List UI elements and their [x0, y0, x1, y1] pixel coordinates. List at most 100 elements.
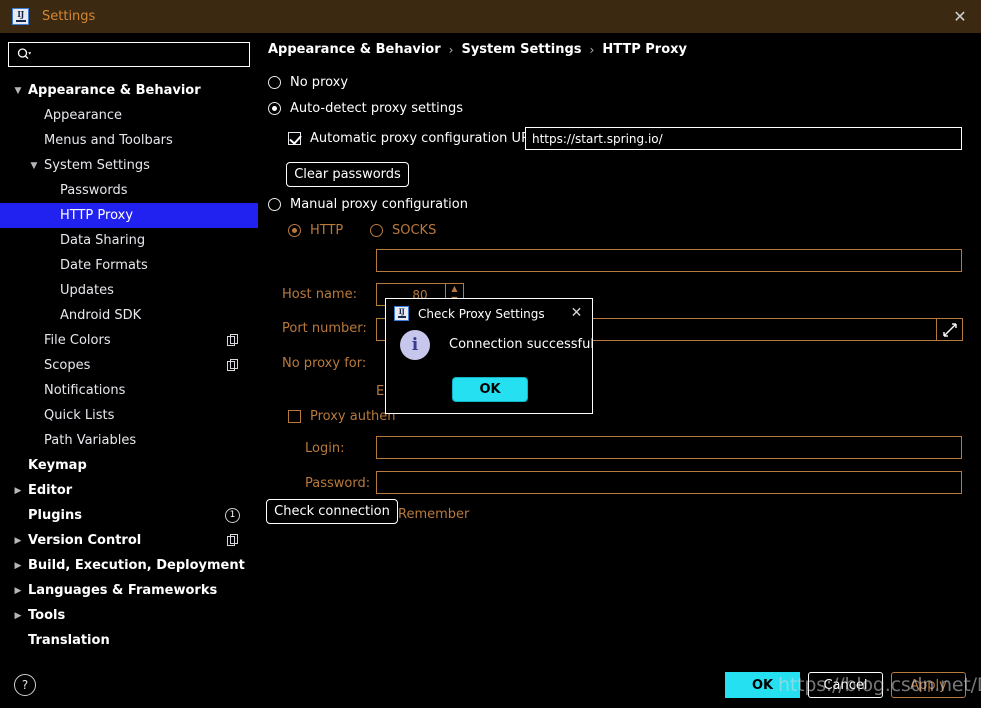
clear-passwords-button[interactable]: Clear passwords	[286, 162, 409, 187]
proxy-authentication-checkbox[interactable]	[288, 410, 301, 423]
sidebar-item-badge: 1	[225, 508, 240, 523]
no-proxy-label: No proxy	[290, 75, 349, 90]
password-label: Password:	[305, 476, 371, 491]
sidebar-item-appearance[interactable]: Appearance	[0, 103, 258, 128]
socks-protocol-label: SOCKS	[392, 223, 437, 238]
copy-settings-icon[interactable]	[227, 359, 240, 372]
chevron-right-icon[interactable]: ▶	[12, 560, 24, 572]
sidebar-item-keymap[interactable]: Keymap	[0, 453, 258, 478]
auto-config-url-option[interactable]: Automatic proxy configuration URL:	[288, 131, 542, 146]
sidebar-item-label: Date Formats	[60, 258, 148, 273]
http-protocol-label: HTTP	[310, 223, 344, 238]
copy-settings-icon[interactable]	[227, 334, 240, 347]
sidebar-item-label: System Settings	[44, 158, 150, 173]
chevron-down-icon[interactable]: ▼	[28, 160, 40, 172]
chevron-right-icon[interactable]: ▶	[12, 585, 24, 597]
sidebar-item-translation[interactable]: Translation	[0, 628, 258, 653]
host-name-input[interactable]	[376, 249, 962, 272]
sidebar-item-languages-frameworks[interactable]: ▶ Languages & Frameworks	[0, 578, 258, 603]
close-icon[interactable]: ✕	[568, 305, 585, 322]
chevron-right-icon: ›	[589, 42, 595, 57]
sidebar-item-http-proxy[interactable]: HTTP Proxy	[0, 203, 258, 228]
expand-icon[interactable]	[936, 318, 963, 341]
settings-window: IJ Settings ✕ ▼ Appearance & Behavior Appe…	[0, 0, 981, 708]
sidebar-item-system-settings[interactable]: ▼ System Settings	[0, 153, 258, 178]
intellij-logo-icon: IJ	[12, 8, 29, 25]
auto-config-url-checkbox[interactable]	[288, 132, 301, 145]
http-proxy-panel: Appearance & Behavior › System Settings …	[258, 33, 981, 660]
no-proxy-for-label: No proxy for:	[282, 356, 367, 371]
login-input[interactable]	[376, 436, 962, 459]
sidebar-item-label: Editor	[28, 483, 73, 498]
ok-button[interactable]: OK	[725, 672, 800, 698]
info-icon-glyph: i	[411, 335, 419, 355]
sidebar-item-label: Quick Lists	[44, 408, 115, 423]
info-icon: i	[400, 330, 430, 360]
sidebar-item-label: Tools	[28, 608, 66, 623]
sidebar-item-updates[interactable]: Updates	[0, 278, 258, 303]
sidebar-item-label: Appearance	[44, 108, 123, 123]
spinner-up-icon[interactable]: ▲	[446, 284, 463, 295]
proxy-authentication-label: Proxy authen	[310, 409, 396, 424]
sidebar-item-file-colors[interactable]: File Colors	[0, 328, 258, 353]
chevron-right-icon[interactable]: ▶	[12, 535, 24, 547]
auto-config-url-label: Automatic proxy configuration URL:	[310, 131, 542, 146]
breadcrumb-item-appearance-behavior[interactable]: Appearance & Behavior	[268, 42, 441, 57]
no-proxy-option[interactable]: No proxy	[268, 75, 348, 90]
search-box[interactable]	[8, 42, 250, 67]
sidebar-item-build-execution-deployment[interactable]: ▶ Build, Execution, Deployment	[0, 553, 258, 578]
sidebar-item-date-formats[interactable]: Date Formats	[0, 253, 258, 278]
sidebar-item-label: Updates	[60, 283, 114, 298]
auto-detect-proxy-radio[interactable]	[268, 102, 281, 115]
no-proxy-radio[interactable]	[268, 76, 281, 89]
breadcrumb-item-http-proxy: HTTP Proxy	[602, 42, 688, 57]
manual-proxy-option[interactable]: Manual proxy configuration	[268, 197, 468, 212]
manual-proxy-radio[interactable]	[268, 198, 281, 211]
auto-config-url-input[interactable]	[525, 127, 962, 150]
window-title: Settings	[42, 9, 96, 24]
dialog-title: Check Proxy Settings	[418, 306, 545, 321]
sidebar-item-label: Menus and Toolbars	[44, 133, 173, 148]
sidebar-item-label: Languages & Frameworks	[28, 583, 218, 598]
dialog-ok-button[interactable]: OK	[452, 377, 528, 402]
search-icon	[16, 47, 32, 63]
close-icon[interactable]: ✕	[949, 8, 971, 26]
proxy-authentication-option[interactable]: Proxy authen	[288, 409, 396, 424]
help-icon[interactable]: ?	[14, 674, 36, 696]
breadcrumb: Appearance & Behavior › System Settings …	[268, 42, 687, 57]
sidebar-item-path-variables[interactable]: Path Variables	[0, 428, 258, 453]
chevron-right-icon[interactable]: ▶	[12, 610, 24, 622]
sidebar-item-passwords[interactable]: Passwords	[0, 178, 258, 203]
search-input[interactable]	[32, 47, 249, 62]
settings-tree: ▼ Appearance & Behavior Appearance Menus an…	[0, 78, 258, 653]
http-protocol-radio[interactable]	[288, 224, 301, 237]
http-protocol-option[interactable]: HTTP	[288, 223, 343, 238]
cancel-button[interactable]: Cancel	[808, 672, 883, 698]
sidebar-item-editor[interactable]: ▶ Editor	[0, 478, 258, 503]
chevron-right-icon[interactable]: ▶	[12, 485, 24, 497]
settings-sidebar: ▼ Appearance & Behavior Appearance Menus an…	[0, 33, 258, 660]
breadcrumb-item-system-settings[interactable]: System Settings	[461, 42, 581, 57]
check-connection-button[interactable]: Check connection	[266, 499, 398, 524]
sidebar-item-data-sharing[interactable]: Data Sharing	[0, 228, 258, 253]
sidebar-item-notifications[interactable]: Notifications	[0, 378, 258, 403]
sidebar-item-menus-and-toolbars[interactable]: Menus and Toolbars	[0, 128, 258, 153]
auto-detect-proxy-option[interactable]: Auto-detect proxy settings	[268, 101, 463, 116]
intellij-logo-icon: IJ	[394, 306, 409, 321]
socks-protocol-radio[interactable]	[370, 224, 383, 237]
sidebar-item-android-sdk[interactable]: Android SDK	[0, 303, 258, 328]
sidebar-item-version-control[interactable]: ▶ Version Control	[0, 528, 258, 553]
sidebar-item-tools[interactable]: ▶ Tools	[0, 603, 258, 628]
remember-label: Remember	[398, 507, 470, 522]
sidebar-item-quick-lists[interactable]: Quick Lists	[0, 403, 258, 428]
socks-protocol-option[interactable]: SOCKS	[370, 223, 436, 238]
chevron-down-icon[interactable]: ▼	[12, 85, 24, 97]
host-name-label: Host name:	[282, 287, 357, 302]
sidebar-item-scopes[interactable]: Scopes	[0, 353, 258, 378]
sidebar-item-label: Path Variables	[44, 433, 137, 448]
sidebar-item-appearance-behavior[interactable]: ▼ Appearance & Behavior	[0, 78, 258, 103]
copy-settings-icon[interactable]	[227, 534, 240, 547]
password-input[interactable]	[376, 471, 962, 494]
login-label: Login:	[305, 441, 345, 456]
sidebar-item-plugins[interactable]: Plugins 1	[0, 503, 258, 528]
